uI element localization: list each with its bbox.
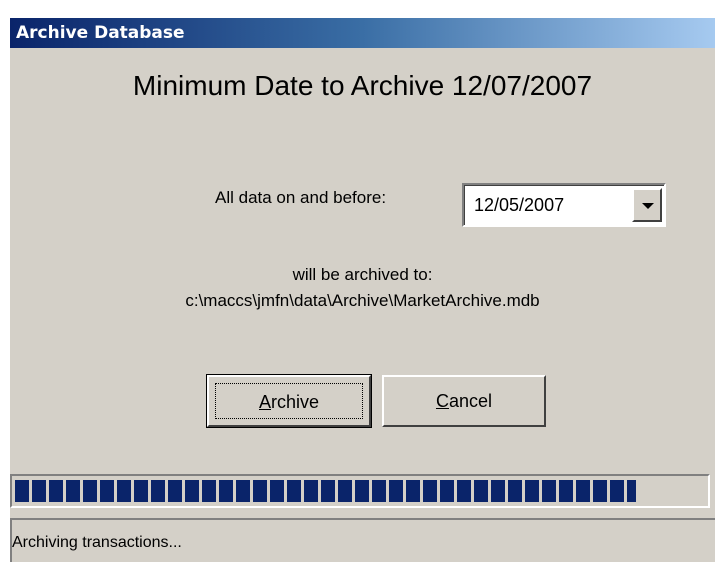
- archive-label-rest: rchive: [271, 392, 320, 412]
- progress-fill: [15, 480, 636, 502]
- status-text: Archiving transactions...: [12, 534, 182, 551]
- archive-dialog: Archive Database Minimum Date to Archive…: [0, 0, 715, 562]
- date-select[interactable]: 12/05/2007: [462, 183, 666, 227]
- cancel-button-label: Cancel: [390, 383, 538, 419]
- cancel-label-rest: ancel: [448, 391, 493, 411]
- title-bar[interactable]: Archive Database: [10, 18, 715, 48]
- page-title: Minimum Date to Archive 12/07/2007: [132, 70, 593, 101]
- window-title: Archive Database: [16, 23, 185, 43]
- archive-destination-label: will be archived to:: [292, 265, 433, 284]
- date-select-value: 12/05/2007: [474, 195, 565, 215]
- archive-destination: will be archived to: c:\maccs\jmfn\data\…: [10, 262, 715, 314]
- window-frame-left: [0, 0, 10, 562]
- status-bar: Archiving transactions...: [10, 518, 715, 562]
- archive-button[interactable]: Archive: [206, 374, 372, 428]
- date-label: All data on and before:: [215, 188, 387, 207]
- date-dropdown-button[interactable]: [632, 188, 662, 222]
- cancel-button[interactable]: Cancel: [382, 375, 546, 427]
- cancel-accelerator: C: [435, 391, 449, 411]
- archive-button-label: Archive: [215, 383, 363, 419]
- archive-destination-path: c:\maccs\jmfn\data\Archive\MarketArchive…: [185, 291, 540, 310]
- window-frame-top: [0, 0, 715, 18]
- progress-bar: [10, 474, 710, 508]
- chevron-down-icon: [642, 203, 654, 209]
- archive-accelerator: A: [258, 392, 271, 412]
